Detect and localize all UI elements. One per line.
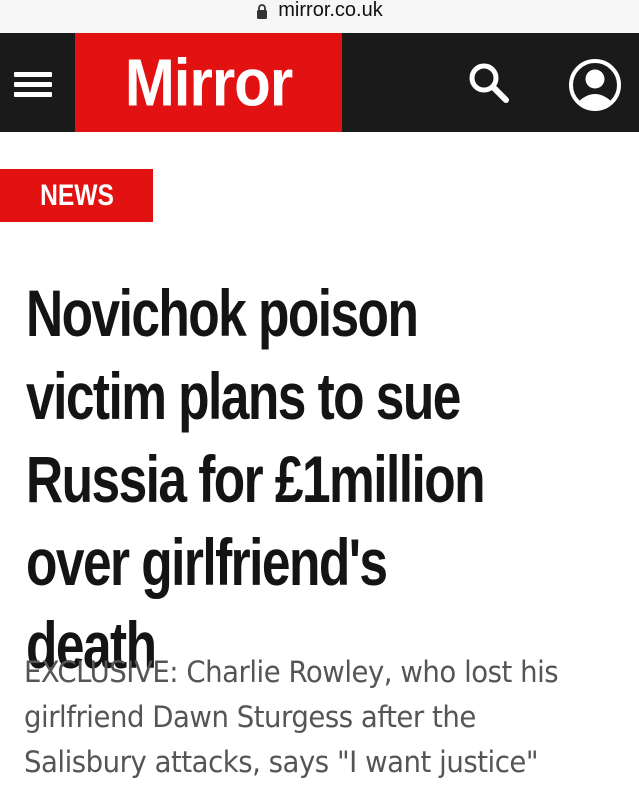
browser-address-bar[interactable]: mirror.co.uk bbox=[0, 0, 639, 33]
site-header: Mirror bbox=[0, 33, 639, 132]
article-standfirst: EXCLUSIVE: Charlie Rowley, who lost his … bbox=[24, 655, 559, 779]
url-text: mirror.co.uk bbox=[278, 0, 383, 21]
logo-text: Mirror bbox=[124, 44, 293, 120]
mirror-logo[interactable]: Mirror bbox=[75, 33, 342, 132]
search-icon[interactable] bbox=[466, 60, 512, 106]
section-tag-label: NEWS bbox=[39, 178, 114, 212]
lock-icon bbox=[257, 4, 268, 19]
hamburger-menu-icon[interactable] bbox=[14, 72, 52, 98]
article-headline: Novichok poison victim plans to sue Russ… bbox=[26, 276, 486, 682]
account-icon[interactable] bbox=[568, 58, 622, 112]
section-tag-news[interactable]: NEWS bbox=[0, 169, 153, 222]
